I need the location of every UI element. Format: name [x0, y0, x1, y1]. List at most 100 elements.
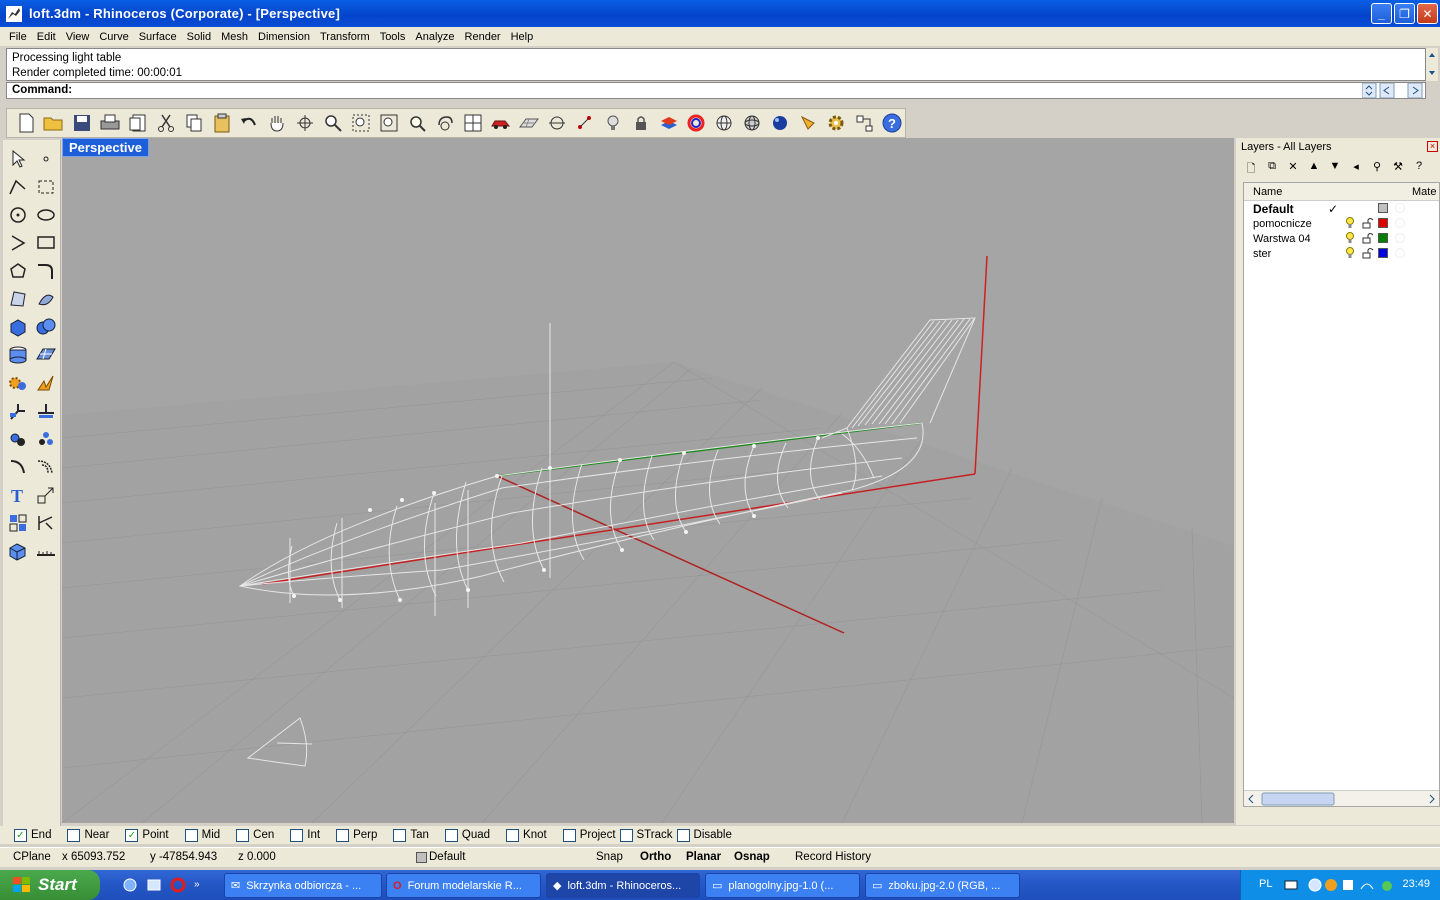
- undo-view-icon[interactable]: [432, 110, 458, 136]
- zoom-window-icon[interactable]: [348, 110, 374, 136]
- menu-surface[interactable]: Surface: [134, 31, 182, 43]
- light-bulb-icon[interactable]: [600, 110, 626, 136]
- osnap-strack[interactable]: STrack: [619, 828, 673, 842]
- checkbox-icon[interactable]: [506, 828, 520, 842]
- transform-gear-icon[interactable]: [5, 370, 31, 396]
- cplane-label[interactable]: CPlane: [13, 851, 51, 863]
- viewport-canvas[interactable]: [62, 138, 1234, 823]
- menu-render[interactable]: Render: [460, 31, 506, 43]
- quick-launch[interactable]: »: [122, 877, 208, 893]
- spotlight-icon[interactable]: [795, 110, 821, 136]
- planar-toggle[interactable]: Planar: [686, 851, 721, 863]
- ellipse-icon[interactable]: [33, 202, 59, 228]
- layers-horizontal-scrollbar[interactable]: [1244, 790, 1439, 806]
- zoom-icon[interactable]: [320, 110, 346, 136]
- layers-icon[interactable]: [656, 110, 682, 136]
- unlock-icon[interactable]: [1362, 247, 1374, 259]
- pan-icon[interactable]: [264, 110, 290, 136]
- polyline-icon[interactable]: [5, 174, 31, 200]
- layer-color-swatch[interactable]: [1378, 203, 1388, 213]
- fillet-curve-icon[interactable]: [33, 258, 59, 284]
- rectangle-icon[interactable]: [33, 230, 59, 256]
- new-sublayer-icon[interactable]: ⧉: [1265, 160, 1279, 174]
- open-icon[interactable]: [41, 110, 67, 136]
- unlock-icon[interactable]: [1362, 232, 1374, 244]
- taskbar-item-gimp-2[interactable]: ▭ zboku.jpg-2.0 (RGB, ...: [865, 873, 1020, 898]
- help-icon[interactable]: ?: [879, 110, 905, 136]
- checkbox-icon[interactable]: [236, 828, 250, 842]
- taskbar-item-gimp-1[interactable]: ▭ planogolny.jpg-1.0 (...: [705, 873, 860, 898]
- menu-curve[interactable]: Curve: [94, 31, 133, 43]
- circle-icon[interactable]: [5, 202, 31, 228]
- explode-icon[interactable]: [33, 370, 59, 396]
- dimension-icon[interactable]: [5, 510, 31, 536]
- light-bulb-on-icon[interactable]: [1345, 232, 1355, 244]
- osnap-project[interactable]: Project: [562, 828, 616, 842]
- four-viewports-icon[interactable]: [460, 110, 486, 136]
- settings-gear-icon[interactable]: [823, 110, 849, 136]
- menu-mesh[interactable]: Mesh: [216, 31, 253, 43]
- layer-row[interactable]: ster: [1244, 246, 1439, 261]
- arc-icon[interactable]: [5, 230, 31, 256]
- sphere-wire-icon[interactable]: [711, 110, 737, 136]
- analyze-direction-icon[interactable]: [33, 510, 59, 536]
- language-indicator[interactable]: PL: [1259, 878, 1272, 890]
- fillet-edge-icon[interactable]: [5, 454, 31, 480]
- light-bulb-on-icon[interactable]: [1345, 217, 1355, 229]
- menu-dimension[interactable]: Dimension: [253, 31, 315, 43]
- layer-color-swatch[interactable]: [1378, 248, 1388, 258]
- checkbox-icon[interactable]: [67, 828, 81, 842]
- osnap-tan[interactable]: Tan: [393, 828, 429, 842]
- layers-help-icon[interactable]: ?: [1412, 160, 1426, 174]
- checkbox-icon[interactable]: [184, 828, 198, 842]
- boolean-union-icon[interactable]: [33, 314, 59, 340]
- checkbox-checked-icon[interactable]: ✓: [14, 828, 27, 842]
- current-layer[interactable]: Default: [429, 851, 465, 863]
- taskbar-item-mail[interactable]: ✉ Skrzynka odbiorcza - ...: [224, 873, 382, 898]
- zoom-extents-icon[interactable]: [376, 110, 402, 136]
- unlock-icon[interactable]: [1362, 217, 1374, 229]
- checkbox-icon[interactable]: [393, 828, 407, 842]
- menu-tools[interactable]: Tools: [375, 31, 411, 43]
- osnap-toggle[interactable]: Osnap: [734, 851, 770, 863]
- delete-layer-icon[interactable]: ✕: [1286, 160, 1300, 174]
- checkbox-icon[interactable]: [619, 828, 633, 842]
- join-split-icon[interactable]: [5, 398, 31, 424]
- options-icon[interactable]: [851, 110, 877, 136]
- checkbox-checked-icon[interactable]: ✓: [125, 828, 139, 842]
- osnap-point-icon[interactable]: [544, 110, 570, 136]
- polygon-icon[interactable]: [5, 258, 31, 284]
- curve-cv-icon[interactable]: [33, 174, 59, 200]
- car-shaded-icon[interactable]: [488, 110, 514, 136]
- layer-color-swatch[interactable]: [1378, 218, 1388, 228]
- menu-transform[interactable]: Transform: [315, 31, 375, 43]
- filter-icon[interactable]: ⚲: [1370, 160, 1384, 174]
- layer-color-swatch[interactable]: [1378, 233, 1388, 243]
- light-bulb-on-icon[interactable]: [1345, 247, 1355, 259]
- render-box-icon[interactable]: [5, 538, 31, 564]
- paste-icon[interactable]: [209, 110, 235, 136]
- copy-icon[interactable]: [181, 110, 207, 136]
- layer-material-icon[interactable]: [1395, 248, 1405, 258]
- perspective-viewport[interactable]: Perspective: [62, 138, 1234, 823]
- osnap-cen[interactable]: Cen: [236, 828, 274, 842]
- print-icon[interactable]: [97, 110, 123, 136]
- osnap-perp[interactable]: Perp: [336, 828, 377, 842]
- box-solid-icon[interactable]: [5, 314, 31, 340]
- column-material[interactable]: Mate: [1412, 186, 1436, 198]
- osnap-end[interactable]: ✓ End: [14, 828, 51, 842]
- osnap-disable[interactable]: Disable: [676, 828, 732, 842]
- menu-file[interactable]: File: [4, 31, 32, 43]
- osnap-int[interactable]: Int: [290, 828, 320, 842]
- move-parent-icon[interactable]: ◂: [1349, 160, 1363, 174]
- menu-edit[interactable]: Edit: [32, 31, 61, 43]
- restore-button[interactable]: ❐: [1394, 3, 1415, 24]
- rhino-app-icon[interactable]: [5, 5, 23, 23]
- sphere-render-wire-icon[interactable]: [739, 110, 765, 136]
- new-layer-icon[interactable]: 🗋: [1244, 160, 1258, 175]
- grid-plane-icon[interactable]: [516, 110, 542, 136]
- menu-solid[interactable]: Solid: [182, 31, 216, 43]
- column-name[interactable]: Name: [1253, 186, 1282, 198]
- layers-close-icon[interactable]: ×: [1427, 141, 1438, 152]
- move-up-icon[interactable]: ▲: [1307, 160, 1321, 174]
